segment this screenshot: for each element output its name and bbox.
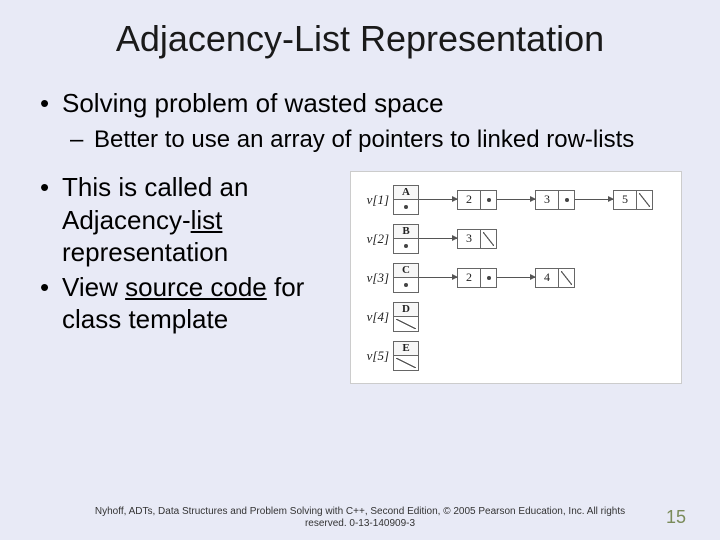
arrow-icon (419, 277, 457, 278)
diagram-row: v[1]A 2 3 5 (359, 182, 673, 217)
vertex-label: v[1] (359, 192, 393, 208)
diagram-row: v[4]D (359, 299, 673, 334)
pointer-origin-icon (404, 205, 408, 209)
text-frag: representation (62, 237, 228, 267)
head-box: B (393, 224, 419, 254)
subbullet-better: Better to use an array of pointers to li… (38, 125, 682, 155)
vertex-label: v[3] (359, 270, 393, 286)
bullet-sourcecode: View source code for class template (38, 271, 338, 336)
diagram-row: v[2]B 3 (359, 221, 673, 256)
node-value: 4 (535, 268, 559, 288)
head-box: A (393, 185, 419, 215)
pointer-origin-icon (404, 244, 408, 248)
node-pointer (481, 268, 497, 288)
arrow-icon (419, 238, 457, 239)
null-slash-icon (637, 191, 652, 209)
diagram-row: v[3]C 2 4 (359, 260, 673, 295)
head-label: C (394, 264, 418, 279)
pointer-origin-icon (404, 283, 408, 287)
head-box: E (393, 341, 419, 371)
arrow-icon (497, 199, 535, 200)
node-pointer (481, 190, 497, 210)
node-value: 3 (457, 229, 481, 249)
head-label: D (394, 303, 418, 318)
vertex-label: v[5] (359, 348, 393, 364)
vertex-label: v[4] (359, 309, 393, 325)
node-pointer (637, 190, 653, 210)
list-node: 3 (535, 190, 575, 210)
list-node: 5 (613, 190, 653, 210)
node-value: 2 (457, 268, 481, 288)
list-node: 3 (457, 229, 497, 249)
null-slash-icon (394, 317, 418, 331)
slide-title: Adjacency-List Representation (38, 18, 682, 60)
text-underlined-list: list (191, 205, 223, 235)
adjacency-list-diagram: v[1]A235v[2]B3v[3]C24v[4]Dv[5]E (350, 171, 682, 384)
node-pointer (559, 190, 575, 210)
null-slash-icon (481, 230, 496, 248)
diagram-row: v[5]E (359, 338, 673, 373)
bullet-adjlist: This is called an Adjacency-list represe… (38, 171, 338, 269)
node-pointer (559, 268, 575, 288)
bullet-solving: Solving problem of wasted space (38, 88, 682, 119)
arrow-icon (497, 277, 535, 278)
head-box: D (393, 302, 419, 332)
null-slash-icon (559, 269, 574, 287)
node-value: 3 (535, 190, 559, 210)
list-node: 4 (535, 268, 575, 288)
arrow-icon (419, 199, 457, 200)
pointer-origin-icon (565, 198, 569, 202)
list-node: 2 (457, 190, 497, 210)
footer-citation: Nyhoff, ADTs, Data Structures and Proble… (0, 506, 720, 530)
head-label: A (394, 186, 418, 201)
node-value: 2 (457, 190, 481, 210)
pointer-origin-icon (487, 198, 491, 202)
list-node: 2 (457, 268, 497, 288)
arrow-icon (575, 199, 613, 200)
vertex-label: v[2] (359, 231, 393, 247)
page-number: 15 (666, 507, 686, 528)
head-box: C (393, 263, 419, 293)
link-source-code[interactable]: source code (125, 272, 267, 302)
node-value: 5 (613, 190, 637, 210)
null-slash-icon (394, 356, 418, 370)
pointer-origin-icon (487, 276, 491, 280)
head-label: B (394, 225, 418, 240)
text-frag: View (62, 272, 125, 302)
head-label: E (394, 342, 418, 357)
node-pointer (481, 229, 497, 249)
